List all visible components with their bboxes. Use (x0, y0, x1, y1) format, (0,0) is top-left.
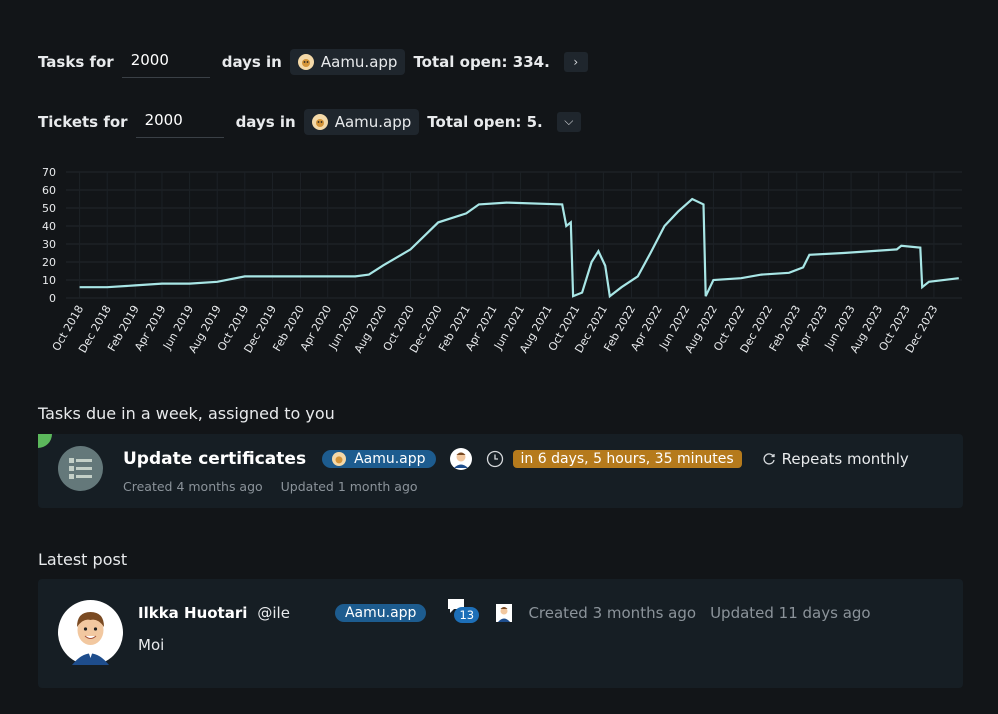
task-updated: Updated 1 month ago (280, 479, 418, 494)
expand-tasks-button[interactable]: › (563, 51, 588, 72)
task-meta: Created 4 months ago Updated 1 month ago (123, 479, 418, 494)
y-tick-label: 60 (42, 184, 56, 197)
post-updated: Updated 11 days ago (710, 604, 871, 622)
task-created: Created 4 months ago (123, 479, 263, 494)
workspace-name: Aamu.app (320, 52, 398, 71)
author-avatar[interactable] (58, 600, 123, 665)
tasks-days-input[interactable] (121, 45, 210, 78)
days-in-label: days in (235, 112, 296, 131)
tasks-for-label: Tasks for (38, 52, 114, 71)
y-tick-label: 10 (42, 274, 56, 287)
workspace-chip[interactable]: Aamu.app (303, 108, 420, 135)
tasks-due-title: Tasks due in a week, assigned to you (38, 404, 335, 423)
chevron-down-icon: ⌵ (564, 114, 574, 128)
workspace-chip[interactable]: Aamu.app (289, 48, 406, 75)
post-header: Ilkka Huotari @ile Aamu.app 13 Created 3… (138, 599, 871, 625)
repeat-icon (763, 453, 775, 465)
task-header: Update certificates Aamu.app in 6 days, … (123, 448, 909, 470)
y-tick-label: 0 (49, 292, 56, 305)
comments-count: 13 (454, 607, 480, 623)
workspace-name: Aamu.app (354, 451, 426, 467)
comments-indicator[interactable]: 13 (446, 599, 480, 625)
days-in-label: days in (221, 52, 282, 71)
user-avatar-icon (496, 604, 513, 622)
chart-y-axis: 0 10 20 30 40 50 60 70 (42, 166, 56, 305)
corner-marker (38, 434, 52, 448)
chevron-right-icon: › (573, 54, 579, 69)
tasks-total-open: Total open: 334. (413, 52, 550, 71)
latest-post-title: Latest post (38, 550, 128, 569)
post-author[interactable]: Ilkka Huotari (138, 604, 247, 622)
y-tick-label: 30 (42, 238, 56, 251)
repeats-label: Repeats monthly (781, 450, 909, 468)
y-tick-label: 70 (42, 166, 56, 179)
task-list-icon (58, 446, 103, 491)
task-card[interactable]: Update certificates Aamu.app in 6 days, … (38, 434, 963, 508)
y-tick-label: 20 (42, 256, 56, 269)
y-tick-label: 50 (42, 202, 56, 215)
tasks-filter-row: Tasks for days in Aamu.app Total open: 3… (38, 45, 588, 78)
chart-series-line (79, 197, 959, 299)
task-title[interactable]: Update certificates (123, 449, 306, 469)
workspace-logo-icon (332, 452, 347, 466)
clock-icon (486, 450, 503, 468)
tickets-for-label: Tickets for (38, 112, 128, 131)
workspace-logo-icon (297, 53, 314, 70)
chart-x-axis: Oct 2018Dec 2018Feb 2019Apr 2019Jun 2019… (50, 303, 941, 355)
tickets-chart: 0 10 20 30 40 50 60 70 Oct 2018Dec 2018Feb 2019… (42, 166, 962, 355)
tickets-filter-row: Tickets for days in Aamu.app Total open:… (38, 105, 581, 138)
workspace-name: Aamu.app (334, 112, 412, 131)
post-created: Created 3 months ago (528, 604, 697, 622)
workspace-logo-icon (311, 113, 328, 130)
chart-grid (66, 171, 962, 299)
post-workspace-badge[interactable]: Aamu.app (334, 604, 427, 622)
tickets-total-open: Total open: 5. (427, 112, 543, 131)
collapse-tickets-button[interactable]: ⌵ (556, 111, 581, 132)
post-body: Moi (138, 636, 165, 654)
tickets-days-input[interactable] (135, 105, 224, 138)
post-card[interactable]: Ilkka Huotari @ile Aamu.app 13 Created 3… (38, 579, 963, 688)
post-handle: @ile (257, 604, 290, 622)
y-tick-label: 40 (42, 220, 56, 233)
task-workspace-badge[interactable]: Aamu.app (322, 450, 436, 468)
due-badge: in 6 days, 5 hours, 35 minutes (512, 450, 742, 468)
assignee-avatar[interactable] (449, 448, 472, 470)
